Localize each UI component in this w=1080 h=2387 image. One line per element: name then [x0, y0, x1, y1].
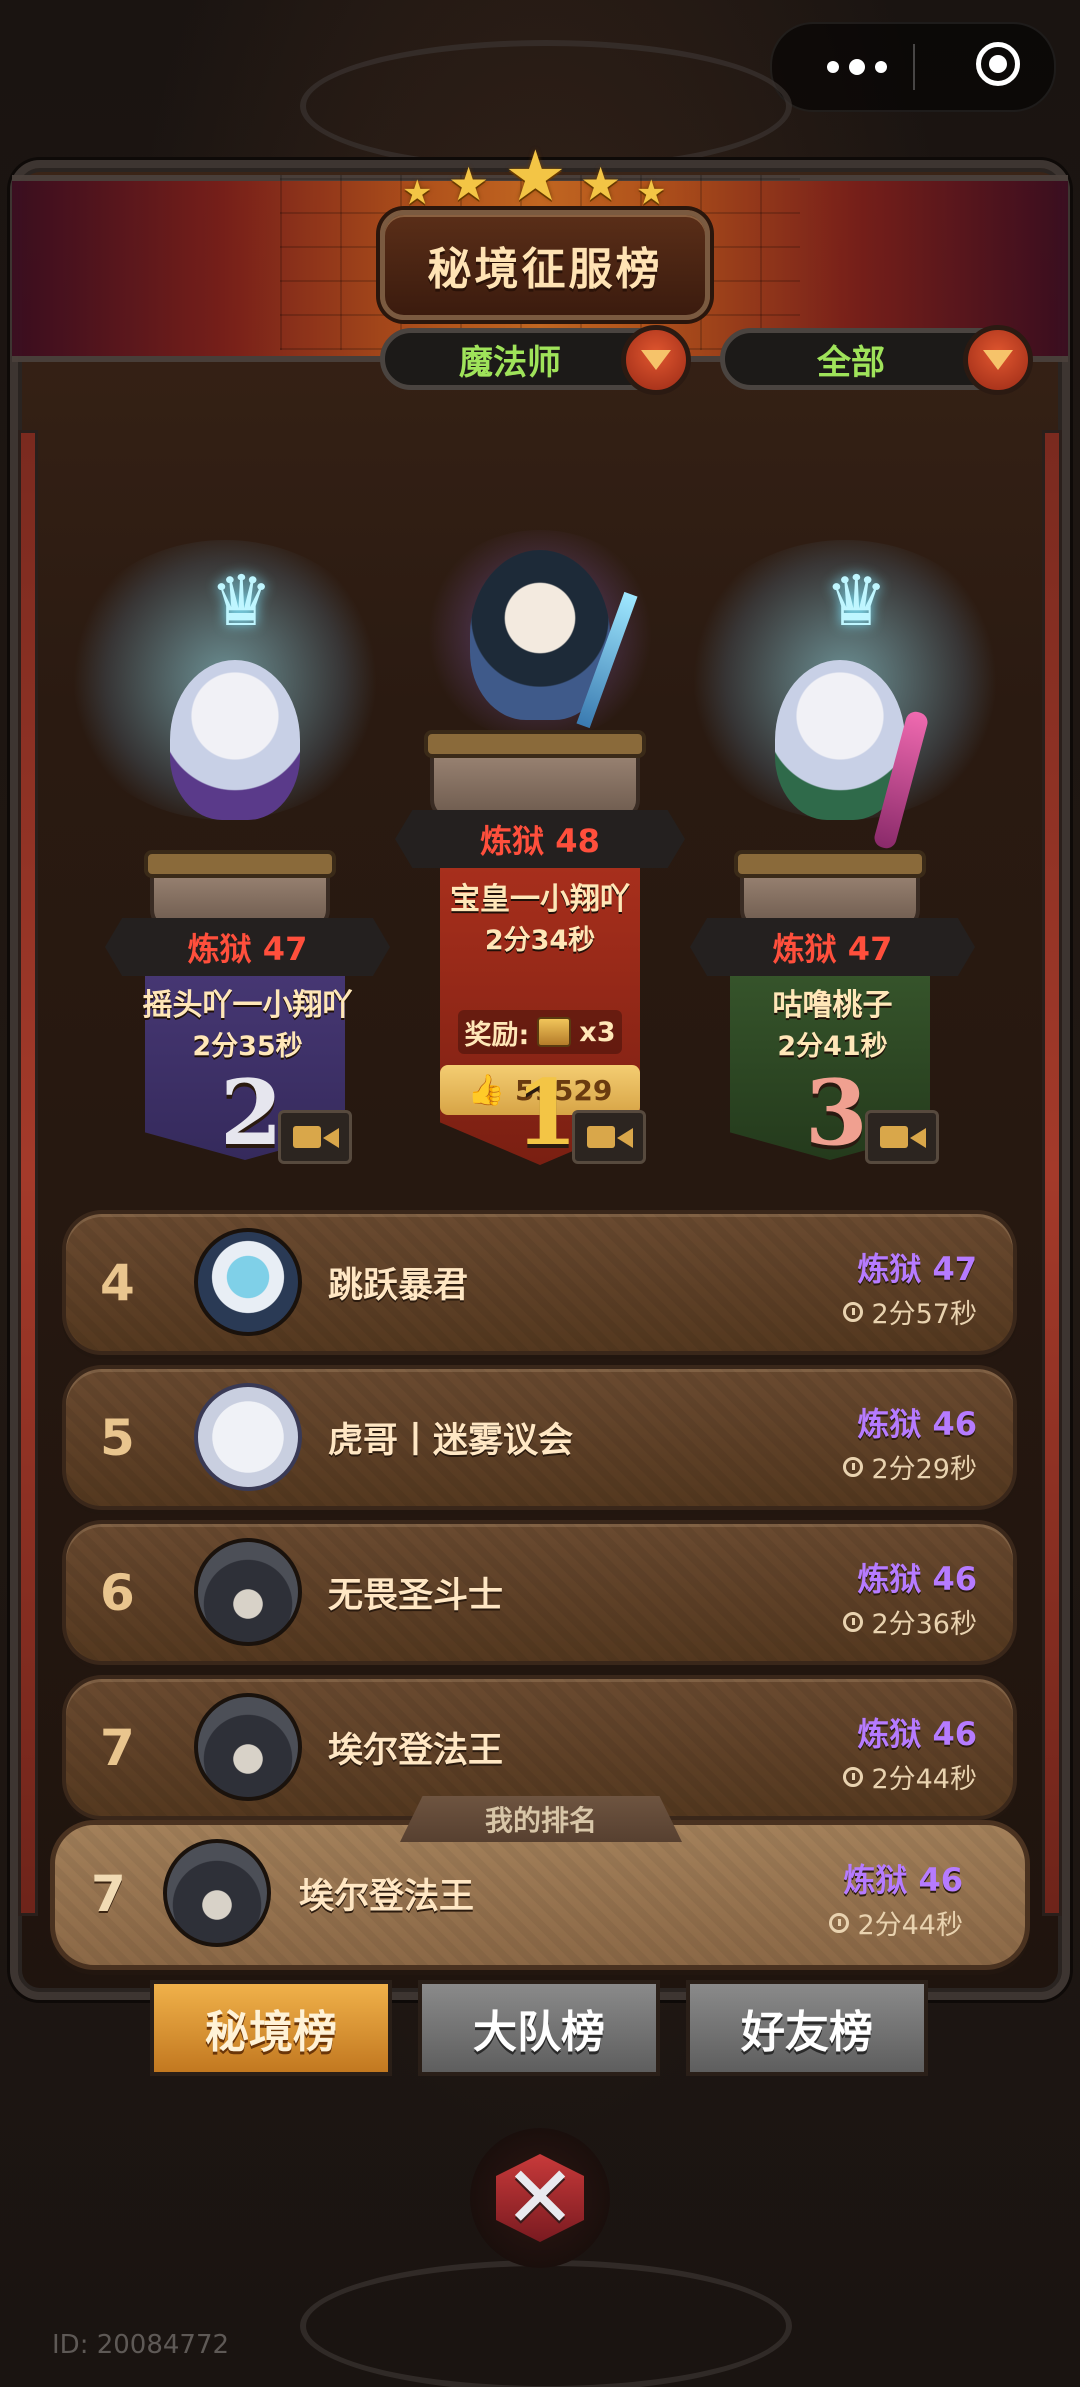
clock-icon	[843, 1611, 864, 1632]
star-icon: ★	[402, 173, 433, 213]
row-time: 2分57秒	[871, 1299, 977, 1330]
page-title: 秘境征服榜	[380, 210, 710, 320]
row-time-wrap: 2分57秒	[843, 1292, 977, 1331]
clock-icon	[829, 1912, 850, 1933]
row-player-name: 埃尔登法王	[328, 1731, 504, 1771]
leaderboard-row[interactable]: 5 虎哥丨迷雾议会 炼狱 46 2分29秒	[62, 1365, 1017, 1510]
realm-badge: 炼狱 47	[105, 918, 390, 976]
dropdown-icon[interactable]	[963, 325, 1033, 395]
clock-icon	[843, 1456, 864, 1477]
star-rating: ★ ★ ★ ★ ★	[400, 135, 680, 217]
leaderboard-row[interactable]: 4 跳跃暴君 炼狱 47 2分57秒	[62, 1210, 1017, 1355]
close-icon: ✕	[503, 2148, 577, 2248]
row-time: 2分44秒	[871, 1764, 977, 1795]
player-name: 宝皇一小翔吖	[450, 882, 630, 917]
reward-info: 奖励: x3	[458, 1010, 622, 1054]
avatar[interactable]	[194, 1228, 302, 1336]
tab-friends[interactable]: 好友榜	[686, 1980, 928, 2076]
my-rank-row[interactable]: 7 埃尔登法王 炼狱 46 2分44秒	[50, 1820, 1030, 1970]
class-filter-label: 魔法师	[459, 342, 561, 383]
more-icon[interactable]	[802, 24, 912, 110]
clock-icon	[843, 1766, 864, 1787]
miniprogram-capsule	[770, 22, 1056, 112]
user-id: ID: 20084772	[52, 2330, 230, 2360]
leaderboard-row[interactable]: 6 无畏圣斗士 炼狱 46 2分36秒	[62, 1520, 1017, 1665]
row-time-wrap: 2分29秒	[843, 1447, 977, 1486]
my-rank-label: 我的排名	[400, 1796, 682, 1842]
hero-third[interactable]: ♛	[680, 540, 1010, 870]
video-icon[interactable]	[278, 1110, 352, 1164]
avatar[interactable]	[194, 1383, 302, 1491]
pedestal	[424, 730, 646, 820]
rank-number: 1	[515, 1060, 578, 1166]
realm-level: 炼狱 48	[480, 822, 600, 860]
row-realm: 炼狱 47	[857, 1250, 977, 1288]
row-realm: 炼狱 46	[843, 1861, 963, 1899]
avatar[interactable]	[194, 1693, 302, 1801]
star-icon: ★	[636, 173, 667, 213]
crown-icon: ♛	[825, 560, 888, 642]
close-button[interactable]: ✕	[470, 2128, 610, 2268]
row-time: 2分36秒	[871, 1609, 977, 1640]
clear-time: 2分41秒	[777, 1031, 888, 1062]
row-realm: 炼狱 46	[857, 1405, 977, 1443]
realm-badge: 炼狱 47	[690, 918, 975, 976]
hero-second[interactable]: ♛	[60, 540, 390, 870]
row-time: 2分44秒	[857, 1910, 963, 1941]
row-rank: 4	[100, 1253, 135, 1312]
reward-count: x3	[579, 1016, 616, 1048]
star-icon: ★	[504, 135, 567, 217]
row-time: 2分29秒	[871, 1454, 977, 1485]
clear-time: 2分34秒	[484, 925, 596, 956]
leaderboard-page: ★ ★ ★ ★ ★ 秘境征服榜 魔法师 全部 ♛ 炼狱 47 摇头吖一小翔吖 2…	[0, 0, 1080, 2387]
tab-team[interactable]: 大队榜	[418, 1980, 660, 2076]
star-icon: ★	[580, 157, 622, 211]
crown-icon: ♛	[210, 560, 273, 642]
row-player-name: 无畏圣斗士	[328, 1576, 504, 1616]
clear-time: 2分35秒	[192, 1031, 303, 1062]
row-realm: 炼狱 46	[857, 1715, 977, 1753]
hero-first[interactable]	[400, 510, 680, 750]
row-rank: 5	[100, 1408, 135, 1467]
realm-level: 炼狱 47	[772, 930, 893, 968]
character-sprite	[170, 660, 300, 820]
thumb-up-icon: 👍	[467, 1072, 505, 1108]
left-rail	[18, 430, 38, 1916]
class-filter[interactable]: 魔法师	[380, 325, 691, 395]
bottom-ornament	[300, 2260, 792, 2387]
row-time-wrap: 2分44秒	[829, 1903, 963, 1942]
player-name: 摇头吖一小翔吖	[142, 988, 353, 1023]
reward-label: 奖励:	[464, 1019, 530, 1051]
video-icon[interactable]	[572, 1110, 646, 1164]
page-title-text: 秘境征服榜	[427, 244, 663, 295]
realm-level: 炼狱 47	[187, 930, 308, 968]
row-rank: 7	[100, 1718, 135, 1777]
dropdown-icon[interactable]	[621, 325, 691, 395]
rank-number: 2	[220, 1060, 283, 1166]
close-capsule-icon[interactable]	[976, 42, 1020, 86]
avatar[interactable]	[163, 1839, 271, 1947]
capsule-divider	[913, 44, 915, 90]
rank-number: 3	[805, 1060, 868, 1166]
player-name: 咕噜桃子	[772, 988, 893, 1023]
scope-filter[interactable]: 全部	[720, 325, 1033, 395]
video-icon[interactable]	[865, 1110, 939, 1164]
avatar[interactable]	[194, 1538, 302, 1646]
chest-icon	[537, 1017, 572, 1047]
scope-filter-label: 全部	[817, 342, 885, 383]
row-player-name: 跳跃暴君	[328, 1266, 469, 1306]
row-time-wrap: 2分44秒	[843, 1757, 977, 1796]
realm-badge: 炼狱 48	[395, 810, 685, 868]
tab-secret-realm[interactable]: 秘境榜	[150, 1980, 392, 2076]
row-player-name: 埃尔登法王	[299, 1877, 475, 1917]
row-time-wrap: 2分36秒	[843, 1602, 977, 1641]
right-rail	[1042, 430, 1062, 1916]
clock-icon	[843, 1301, 864, 1322]
row-realm: 炼狱 46	[857, 1560, 977, 1598]
star-icon: ★	[448, 157, 490, 211]
podium-info-first: 宝皇一小翔吖 2分34秒	[430, 874, 650, 974]
row-player-name: 虎哥丨迷雾议会	[328, 1421, 574, 1461]
row-rank: 7	[91, 1864, 126, 1923]
row-rank: 6	[100, 1563, 135, 1622]
